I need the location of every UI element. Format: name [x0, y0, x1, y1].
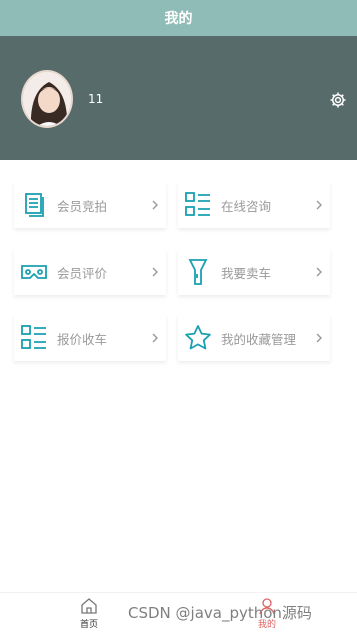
username: 11 — [88, 92, 104, 106]
menu-label: 会员竞拍 — [57, 198, 108, 214]
chevron-right-icon — [152, 333, 158, 343]
watermark: CSDN @java_python源码 — [128, 604, 312, 622]
home-icon — [81, 598, 97, 614]
list-icon — [185, 192, 210, 216]
chevron-right-icon — [152, 267, 158, 277]
menu-sell-car[interactable]: 我要卖车 — [178, 249, 330, 295]
menu-label: 会员评价 — [57, 265, 108, 281]
flashlight-icon — [188, 259, 208, 285]
menu-my-favorites[interactable]: 我的收藏管理 — [178, 315, 330, 361]
tab-home-label: 首页 — [79, 620, 98, 630]
avatar-image — [23, 72, 71, 126]
menu-member-auction[interactable]: 会员竞拍 — [14, 182, 166, 228]
chevron-right-icon — [316, 267, 322, 277]
avatar[interactable] — [21, 70, 73, 128]
page-title: 我的 — [164, 11, 193, 27]
nav-bar: 我的 — [0, 0, 357, 36]
document-stack-icon — [25, 193, 44, 217]
profile-header: 11 — [0, 36, 357, 160]
menu-quote-buy[interactable]: 报价收车 — [14, 315, 166, 361]
menu-label: 报价收车 — [57, 331, 108, 347]
menu-label: 我要卖车 — [221, 265, 272, 281]
tab-home[interactable]: 首页 — [59, 597, 119, 635]
menu-label: 我的收藏管理 — [221, 331, 297, 347]
star-icon — [185, 325, 211, 350]
chevron-right-icon — [152, 200, 158, 210]
menu-online-consult[interactable]: 在线咨询 — [178, 182, 330, 228]
menu-member-review[interactable]: 会员评价 — [14, 249, 166, 295]
gear-icon[interactable] — [329, 91, 347, 109]
list-icon — [21, 325, 46, 349]
chevron-right-icon — [316, 200, 322, 210]
menu-label: 在线咨询 — [221, 198, 272, 214]
chevron-right-icon — [316, 333, 322, 343]
vr-goggles-icon — [21, 265, 47, 279]
